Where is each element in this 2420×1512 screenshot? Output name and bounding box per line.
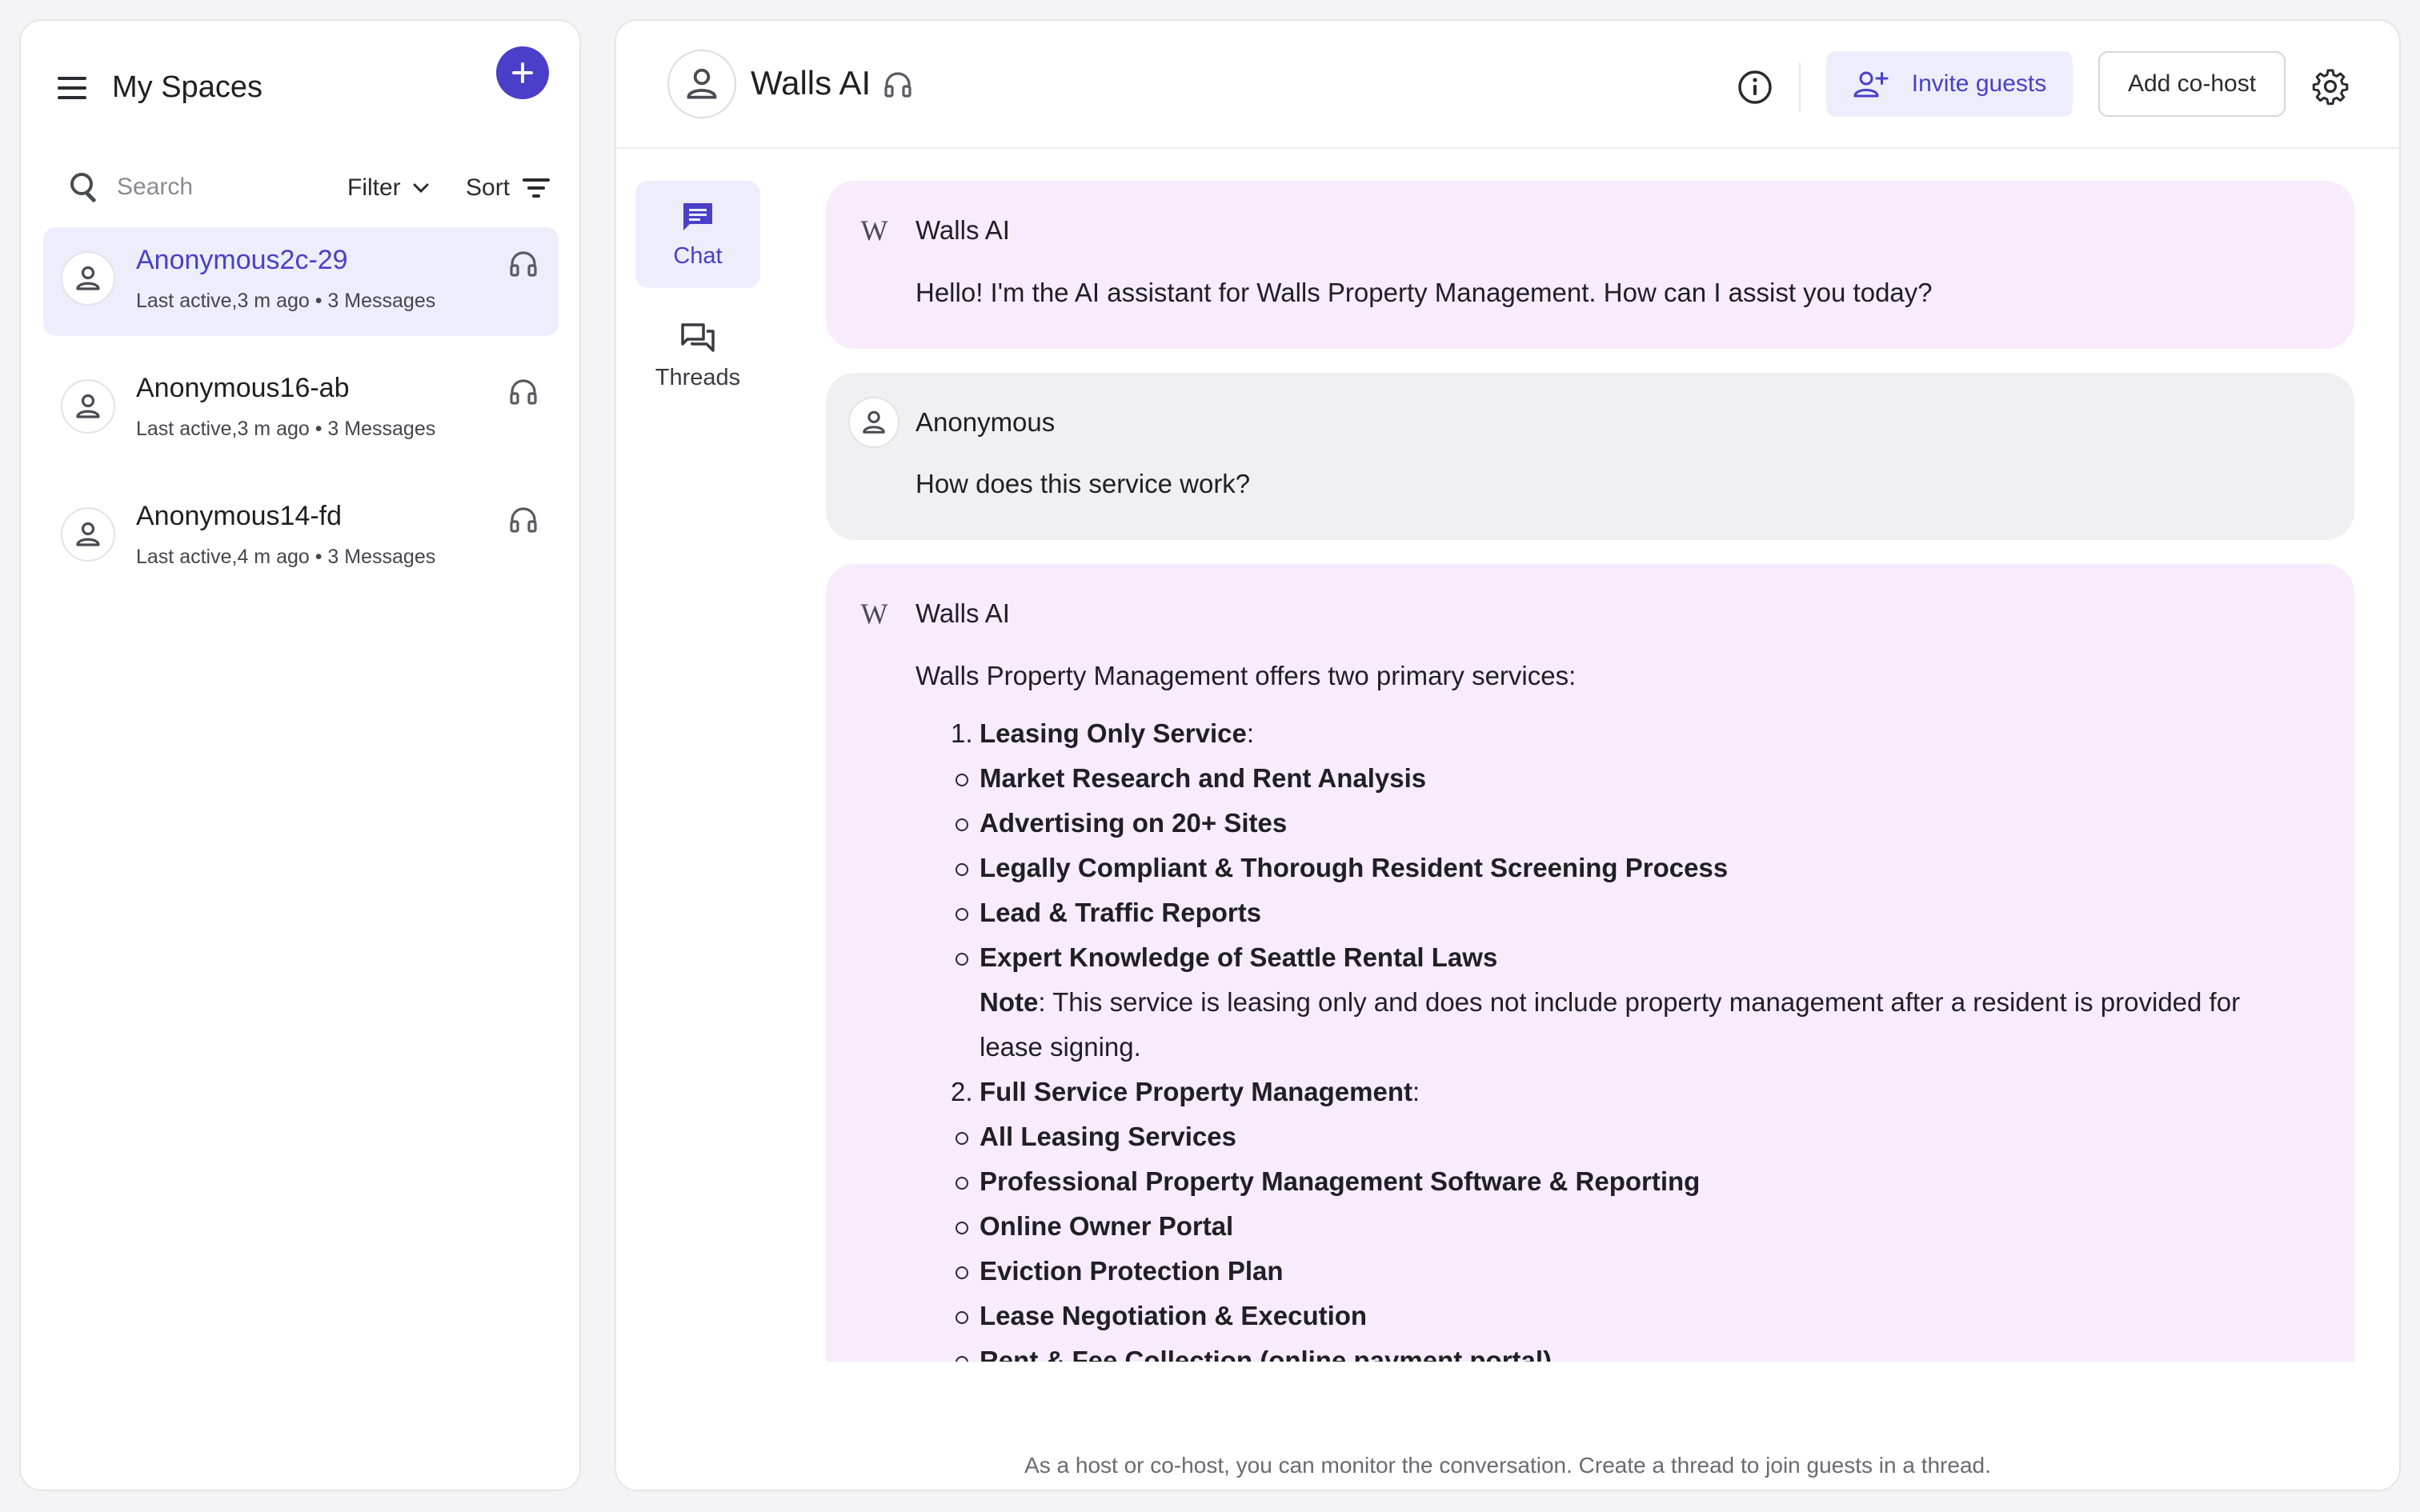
feature-item: Legally Compliant & Thorough Resident Sc… [916,846,2354,890]
space-title: Walls AI [751,64,871,102]
conversation-name: Anonymous2c-29 [136,245,348,275]
message-bubble: W Walls AI Walls Property Management off… [826,564,2354,1362]
feature-item: Online Owner Portal [916,1204,2354,1249]
feature-item: Advertising on 20+ Sites [916,801,2354,846]
service-name: Leasing Only Service [980,718,1247,748]
gear-icon[interactable] [2311,67,2350,106]
conversation-meta: Last active,4 m ago • 3 Messages [136,546,436,568]
threads-icon [681,322,715,352]
add-space-button[interactable] [496,46,549,99]
search-input[interactable] [117,166,325,208]
conversation-item[interactable]: Anonymous14-fd Last active,4 m ago • 3 M… [43,483,559,592]
headset-icon [507,504,539,536]
conversation-name: Anonymous14-fd [136,501,343,531]
sidebar-title: My Spaces [112,70,262,104]
message-text: Hello! I'm the AI assistant for Walls Pr… [916,277,1933,307]
person-icon [667,50,736,118]
feature-item: Professional Property Management Softwar… [916,1159,2354,1204]
person-icon [848,396,899,448]
toolbar-divider [1799,62,1801,112]
feature-item: Expert Knowledge of Seattle Rental Laws [916,935,2354,980]
service-number: 1. [951,718,973,748]
person-icon [61,379,115,434]
walls-logo-text: W [860,214,888,246]
person-icon [61,251,115,306]
feature-item: Market Research and Rent Analysis [916,756,2354,801]
service-item: 2. Full Service Property Management: [916,1070,2354,1114]
message-author: Walls AI [916,598,1010,629]
service-note: Note: This service is leasing only and d… [916,980,2354,1070]
tab-chat-label: Chat [673,242,723,269]
chat-icon [683,202,712,230]
monitor-notice: As a host or co-host, you can monitor th… [1024,1453,1991,1478]
conversation-panel: Walls AI Invite guests Add co-host Chat … [615,19,2401,1491]
sort-button[interactable]: Sort [466,168,551,208]
feature-item: Eviction Protection Plan [916,1249,2354,1294]
filter-button[interactable]: Filter [347,168,430,208]
feature-item: Rent & Fee Collection (online payment po… [916,1338,2354,1362]
walls-logo: W [848,588,899,639]
message-author: Anonymous [916,406,1056,437]
conversation-item[interactable]: Anonymous16-ab Last active,3 m ago • 3 M… [43,355,559,464]
message-text: How does this service work? [916,469,1251,499]
headset-icon [507,376,539,408]
add-person-icon [1853,71,1889,98]
service-number: 2. [951,1076,973,1106]
walls-logo-text: W [860,598,888,630]
sidebar-header: My Spaces [21,21,579,125]
tab-chat[interactable]: Chat [635,181,760,288]
message-bubble: W Walls AI Hello! I'm the AI assistant f… [826,181,2354,349]
invite-guests-button[interactable]: Invite guests [1826,51,2073,117]
headset-icon [882,69,914,101]
message-author: Walls AI [916,215,1010,245]
service-name: Full Service Property Management [980,1076,1413,1106]
service-item: 1. Leasing Only Service: [916,711,2354,756]
headset-icon [507,248,539,280]
plus-icon [512,62,533,83]
add-cohost-label: Add co-host [2127,70,2257,97]
invite-guests-label: Invite guests [1911,70,2047,97]
note-label: Note [980,986,1039,1017]
person-icon [61,507,115,562]
info-icon[interactable] [1737,69,1773,106]
chevron-down-icon [413,183,429,194]
conversation-name: Anonymous16-ab [136,373,350,403]
sort-icon [523,178,551,198]
menu-icon[interactable] [54,74,90,102]
tab-threads-label: Threads [655,364,741,390]
sort-label: Sort [466,174,511,201]
spaces-sidebar: My Spaces Filter Sort Anonymous2c-29 Las… [19,19,581,1491]
feature-item: Lease Negotiation & Execution [916,1294,2354,1338]
add-cohost-button[interactable]: Add co-host [2098,51,2286,117]
feature-item: All Leasing Services [916,1114,2354,1159]
view-tabs: Chat Threads [635,181,763,424]
walls-logo: W [848,205,899,256]
note-text: : This service is leasing only and does … [980,986,2241,1062]
filter-label: Filter [347,174,401,201]
conversation-list: Anonymous2c-29 Last active,3 m ago • 3 M… [43,227,559,611]
conversation-meta: Last active,3 m ago • 3 Messages [136,418,436,440]
conversation-header: Walls AI Invite guests Add co-host [616,21,2399,149]
service-list: 1. Leasing Only Service: Market Research… [916,711,2354,1362]
tab-threads[interactable]: Threads [635,302,760,410]
message-intro: Walls Property Management offers two pri… [916,660,1577,690]
conversation-meta: Last active,3 m ago • 3 Messages [136,290,436,312]
conversation-item[interactable]: Anonymous2c-29 Last active,3 m ago • 3 M… [43,227,559,336]
message-bubble: Anonymous How does this service work? [826,372,2354,541]
feature-item: Lead & Traffic Reports [916,890,2354,935]
message-list: W Walls AI Hello! I'm the AI assistant f… [826,181,2354,1362]
search-icon [67,170,102,205]
search-filter-row: Filter Sort [21,150,579,230]
